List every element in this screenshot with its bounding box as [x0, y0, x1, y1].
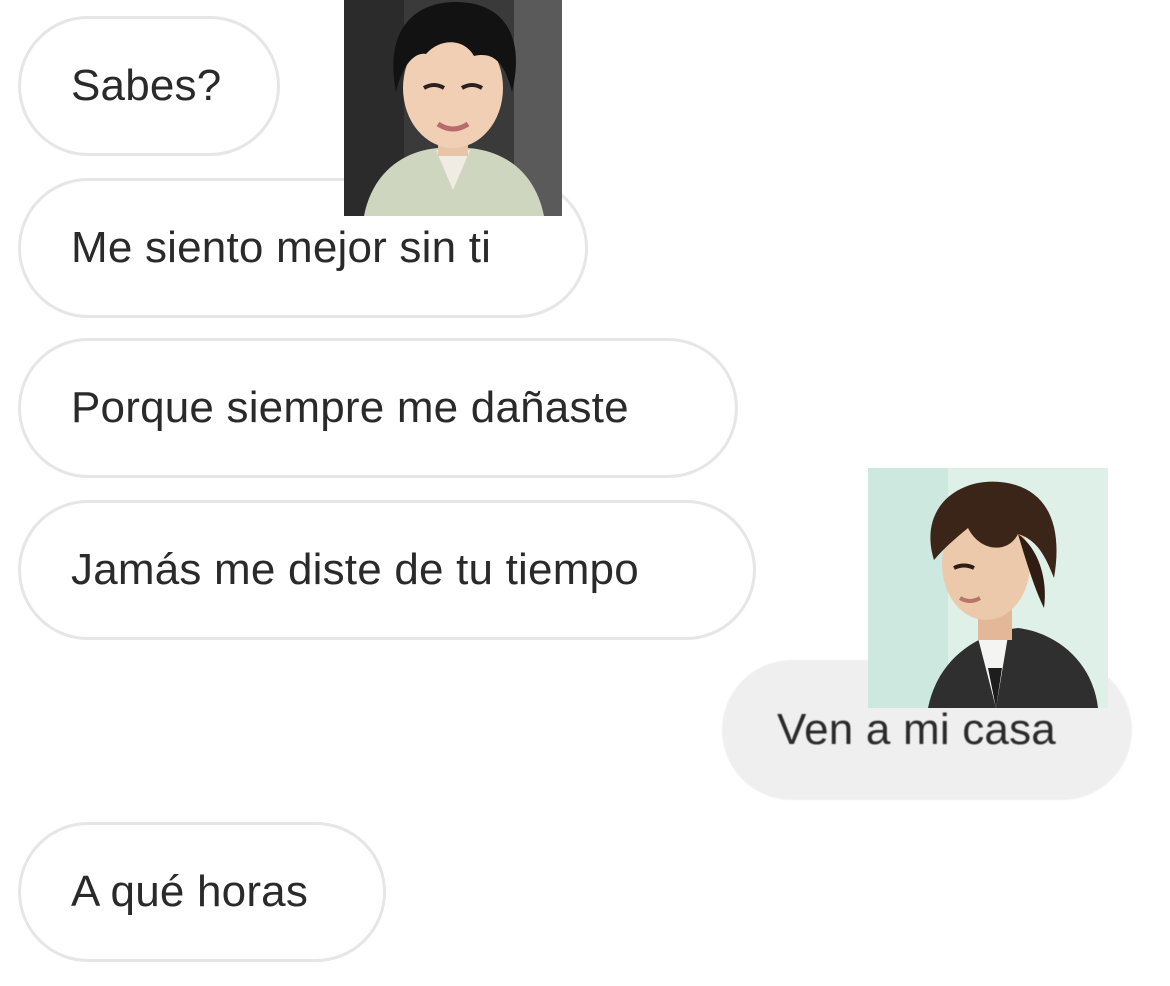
message-bubble-incoming[interactable]: Jamás me diste de tu tiempo [18, 500, 756, 640]
message-text: Porque siempre me dañaste [71, 383, 629, 432]
message-text: Me siento mejor sin ti [71, 223, 492, 272]
message-text: Jamás me diste de tu tiempo [71, 545, 639, 594]
person-photo-icon [344, 0, 562, 216]
chat-thread: Sabes? Me siento mejor sin ti Porque sie… [0, 0, 1170, 986]
message-bubble-incoming[interactable]: Porque siempre me dañaste [18, 338, 738, 478]
message-text: A qué horas [71, 867, 309, 916]
person-photo-2-graphic [868, 468, 1108, 708]
message-bubble-incoming[interactable]: A qué horas [18, 822, 386, 962]
message-text: Ven a mi casa [777, 705, 1056, 754]
message-bubble-incoming[interactable]: Sabes? [18, 16, 280, 156]
person-photo-1-graphic [344, 0, 562, 216]
person-photo-icon [868, 468, 1108, 708]
message-text: Sabes? [71, 61, 222, 110]
